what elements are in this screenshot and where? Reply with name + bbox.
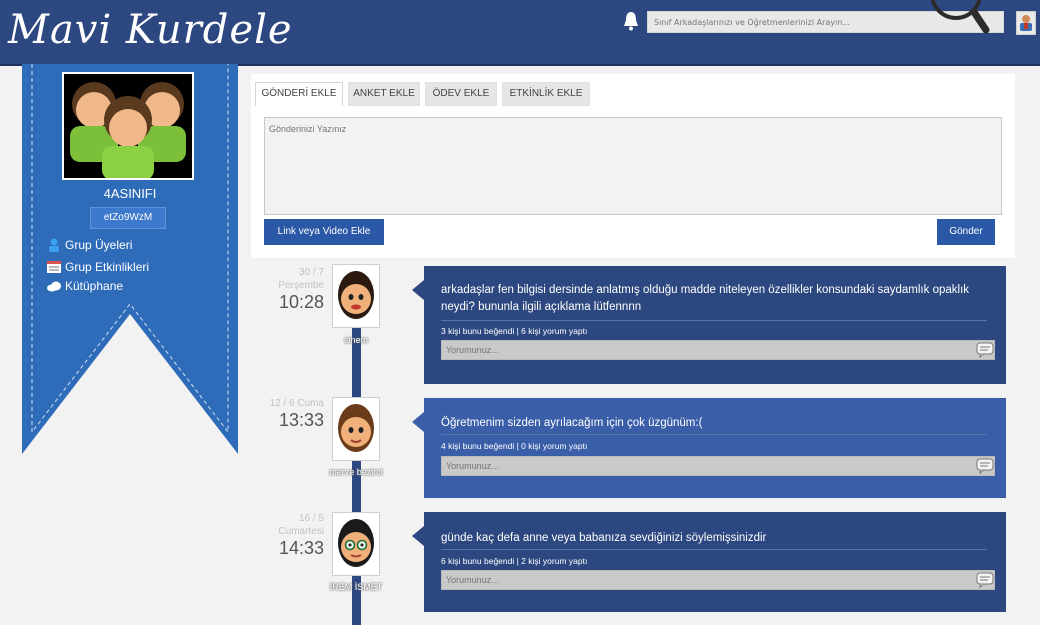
tab-add-event[interactable]: ETKİNLİK EKLE (502, 82, 590, 106)
group-name: 4ASINIFI (103, 186, 157, 201)
post-time: 14:33 (278, 538, 324, 558)
post-text: Öğretmenim sizden ayrılacağım için çok ü… (441, 417, 703, 429)
user-avatar[interactable] (332, 397, 380, 461)
comment-send-icon[interactable] (976, 458, 994, 474)
post-divider (441, 434, 987, 435)
post-card: Öğretmenim sizden ayrılacağım için çok ü… (412, 398, 1006, 498)
post-card: arkadaşlar fen bilgisi dersinde anlatmış… (412, 266, 1006, 384)
post-time: 13:33 (278, 410, 324, 430)
search-icon[interactable] (920, 0, 1000, 36)
tab-add-poll[interactable]: ANKET EKLE (348, 82, 420, 106)
post-time: 10:28 (278, 292, 324, 312)
comment-send-icon[interactable] (976, 572, 994, 588)
post-text: arkadaşlar fen bilgisi dersinde anlatmış… (441, 284, 970, 313)
post-username[interactable]: sinem (320, 335, 392, 345)
post-stats[interactable]: 6 kişi bunu beğendi | 2 kişi yorum yaptı (441, 556, 587, 566)
tab-add-homework[interactable]: ÖDEV EKLE (425, 82, 497, 106)
post-day: Perşembe (278, 280, 324, 291)
bell-icon[interactable] (621, 10, 641, 32)
post-date: 16 / 5 (298, 513, 324, 524)
post-divider (441, 320, 987, 321)
top-header: Mavi Kurdele (0, 0, 1040, 66)
comment-send-icon[interactable] (976, 342, 994, 358)
add-link-video-button[interactable]: Link veya Video Ekle (264, 219, 384, 245)
site-logo[interactable]: Mavi Kurdele (8, 2, 293, 58)
post-card: günde kaç defa anne veya babanıza sevdiğ… (412, 512, 1006, 612)
sidebar-item-activities[interactable]: Grup Etkinlikleri (46, 258, 149, 276)
tab-add-post[interactable]: GÖNDERİ EKLE (255, 82, 343, 106)
comment-input[interactable] (441, 340, 995, 360)
comment-input[interactable] (441, 570, 995, 590)
post-text: günde kaç defa anne veya babanıza sevdiğ… (441, 532, 767, 544)
post-divider (441, 549, 987, 550)
comment-input[interactable] (441, 456, 995, 476)
group-avatar[interactable] (62, 72, 194, 180)
sidebar-item-label: Kütüphane (65, 279, 124, 293)
post-day: Cumartesi (278, 526, 324, 537)
post-pointer (412, 412, 424, 432)
post-stats[interactable]: 4 kişi bunu beğendi | 0 kişi yorum yaptı (441, 441, 587, 451)
group-sidebar: 4ASINIFI etZo9WzM Grup Üyeleri Grup Etki… (22, 64, 238, 464)
user-avatar[interactable] (332, 264, 380, 328)
post-date: 30 / 7 (298, 267, 324, 278)
cloud-icon (47, 281, 61, 292)
send-button[interactable]: Gönder (937, 219, 995, 245)
user-avatar[interactable] (332, 512, 380, 576)
post-date: 12 / 6 Cuma (269, 398, 324, 409)
post-stats[interactable]: 3 kişi bunu beğendi | 6 kişi yorum yaptı (441, 326, 587, 336)
calendar-icon (47, 261, 61, 273)
post-pointer (412, 280, 424, 300)
sidebar-item-library[interactable]: Kütüphane (46, 277, 123, 295)
user-icon (49, 238, 59, 252)
sidebar-item-label: Grup Etkinlikleri (65, 260, 150, 274)
sidebar-item-members[interactable]: Grup Üyeleri (46, 236, 132, 254)
post-textarea[interactable] (264, 117, 1002, 215)
group-code-button[interactable]: etZo9WzM (90, 207, 166, 229)
post-pointer (412, 526, 424, 546)
post-username[interactable]: İREM İSMET (320, 582, 392, 592)
profile-icon[interactable] (1016, 11, 1036, 35)
sidebar-item-label: Grup Üyeleri (65, 238, 133, 252)
post-username[interactable]: merve bezirci (320, 467, 392, 477)
compose-panel: GÖNDERİ EKLE ANKET EKLE ÖDEV EKLE ETKİNL… (251, 74, 1015, 258)
